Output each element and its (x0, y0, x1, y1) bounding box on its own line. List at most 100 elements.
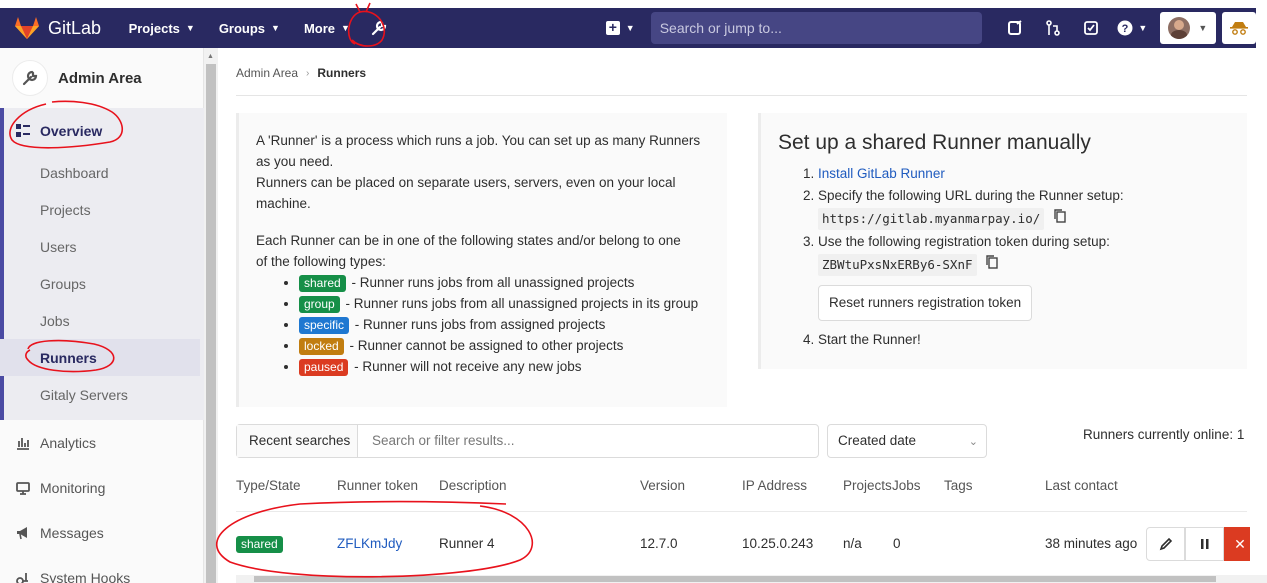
sidebar-item-label: Overview (40, 122, 103, 139)
info-line: machine. (256, 196, 311, 211)
sidebar-item-label: Dashboard (40, 164, 109, 181)
breadcrumb-admin-area-link[interactable]: Admin Area (236, 66, 298, 80)
todo-check-icon (1084, 21, 1099, 35)
col-projects: Projects (843, 478, 892, 493)
chevron-down-icon: ▼ (1198, 23, 1208, 33)
sidebar-item-groups[interactable]: Groups (0, 265, 86, 302)
step-text: Specify the following URL during the Run… (818, 188, 1124, 203)
filter-search-input[interactable]: Search or filter results... (358, 425, 529, 457)
help-question-icon: ? (1117, 20, 1133, 36)
nav-more-dropdown[interactable]: More ▼ (304, 21, 350, 36)
runner-last-contact: 38 minutes ago (1045, 536, 1138, 551)
scroll-up-arrow-icon[interactable]: ▲ (207, 53, 214, 60)
chevron-down-icon: ▼ (341, 23, 350, 33)
list-item: paused - Runner will not receive any new… (299, 356, 710, 377)
sidebar-item-dashboard[interactable]: Dashboard (0, 154, 109, 191)
runner-token-link[interactable]: ZFLKmJdy (337, 536, 402, 551)
admin-area-button[interactable] (360, 8, 398, 48)
state-description: - Runner runs jobs from all unassigned p… (351, 275, 635, 290)
megaphone-icon (16, 526, 32, 540)
copy-icon (1054, 209, 1066, 224)
copy-token-button[interactable] (986, 254, 998, 276)
install-runner-link[interactable]: Install GitLab Runner (818, 166, 945, 181)
sidebar-item-label: Runners (40, 349, 97, 366)
state-description: - Runner cannot be assigned to other pro… (349, 338, 624, 353)
sidebar-item-monitoring[interactable]: Monitoring (0, 469, 105, 506)
merge-requests-button[interactable] (1034, 20, 1072, 36)
runner-projects: n/a (843, 536, 862, 551)
todos-button[interactable] (1072, 20, 1110, 36)
remove-runner-button[interactable]: ✕ (1224, 527, 1250, 561)
setup-step-2: Specify the following URL during the Run… (818, 185, 1230, 231)
user-menu-button[interactable]: ▼ (1160, 12, 1217, 44)
chevron-down-icon: ▼ (271, 23, 280, 33)
breadcrumb-divider (236, 95, 1247, 96)
runner-states-list: shared - Runner runs jobs from all unass… (299, 272, 710, 377)
edit-runner-button[interactable] (1146, 527, 1185, 561)
issues-button[interactable] (996, 20, 1034, 36)
sidebar-item-gitaly-servers[interactable]: Gitaly Servers (0, 376, 128, 413)
incognito-icon (1230, 22, 1249, 35)
nav-more-label: More (303, 20, 336, 36)
breadcrumb-current[interactable]: Runners (317, 66, 366, 80)
gitlab-home-link[interactable]: GitLab (14, 16, 114, 40)
filtered-search-bar: Recent searches Search or filter results… (236, 424, 819, 458)
nav-groups-dropdown[interactable]: Groups ▼ (219, 21, 280, 36)
reset-token-button[interactable]: Reset runners registration token (818, 285, 1033, 321)
pause-icon (1200, 539, 1208, 549)
table-header-divider (236, 511, 1247, 512)
nav-projects-dropdown[interactable]: Projects ▼ (129, 21, 195, 36)
sidebar-item-label: Monitoring (40, 479, 106, 496)
setup-step-3: Use the following registration token dur… (818, 231, 1230, 329)
sidebar-item-jobs[interactable]: Jobs (0, 302, 70, 339)
info-line: A 'Runner' is a process which runs a job… (256, 133, 701, 148)
setup-step-1: Install GitLab Runner (818, 163, 1230, 185)
state-description: - Runner will not receive any new jobs (354, 359, 582, 374)
sidebar-item-label: Messages (40, 524, 104, 541)
help-dropdown[interactable]: ? ▼ (1110, 20, 1154, 36)
sidebar-item-analytics[interactable]: Analytics (0, 424, 96, 461)
merge-request-icon (1046, 20, 1061, 36)
runner-ip: 10.25.0.243 (742, 536, 814, 551)
info-line: as you need. (256, 154, 334, 169)
sidebar-item-projects[interactable]: Projects (0, 191, 91, 228)
search-input[interactable]: Search or jump to... (650, 12, 983, 44)
recent-searches-dropdown[interactable]: Recent searches (237, 425, 358, 457)
step-text: Use the following registration token dur… (818, 234, 1110, 249)
new-dropdown-button[interactable]: + ▼ (605, 20, 635, 35)
sidebar-item-runners[interactable]: Runners (0, 339, 200, 376)
breadcrumb: Admin Area › Runners (236, 66, 366, 80)
horizontal-scrollbar-thumb[interactable] (254, 576, 1216, 582)
hook-icon (16, 571, 32, 583)
col-type-state: Type/State (236, 478, 301, 493)
coordinator-url: https://gitlab.myanmarpay.io/ (818, 208, 1045, 230)
sort-dropdown[interactable]: Created date ⌄ (827, 424, 987, 458)
sidebar-scrollbar-thumb[interactable] (206, 64, 216, 583)
state-description: - Runner runs jobs from all unassigned p… (345, 296, 699, 311)
list-item: shared - Runner runs jobs from all unass… (299, 272, 710, 293)
col-description: Description (439, 478, 507, 493)
pause-runner-button[interactable] (1185, 527, 1224, 561)
sidebar-item-label: Jobs (40, 312, 70, 329)
runner-version: 12.7.0 (640, 536, 678, 551)
search-placeholder: Search or jump to... (659, 20, 782, 36)
copy-url-button[interactable] (1054, 208, 1066, 230)
chevron-down-icon: ▼ (1138, 23, 1148, 33)
sidebar-item-label: Users (40, 238, 77, 255)
sidebar: Admin Area Overview Dashboard Projects U… (0, 48, 204, 583)
step-text: Start the Runner! (818, 332, 921, 347)
sidebar-item-label: Gitaly Servers (40, 386, 128, 403)
sidebar-item-system-hooks[interactable]: System Hooks (0, 559, 130, 583)
sidebar-item-users[interactable]: Users (0, 228, 77, 265)
impersonation-button[interactable] (1222, 12, 1256, 44)
sidebar-item-overview[interactable]: Overview (0, 112, 102, 149)
runner-type-badge: shared (236, 536, 283, 553)
sort-label: Created date (838, 433, 917, 448)
col-runner-token: Runner token (337, 478, 419, 493)
close-icon: ✕ (1234, 535, 1246, 552)
runner-jobs: 0 (893, 536, 901, 551)
sidebar-context-header[interactable]: Admin Area (0, 48, 203, 108)
gitlab-logo-icon (15, 17, 39, 39)
sidebar-item-messages[interactable]: Messages (0, 514, 104, 551)
chevron-down-icon: ⌄ (968, 436, 978, 448)
